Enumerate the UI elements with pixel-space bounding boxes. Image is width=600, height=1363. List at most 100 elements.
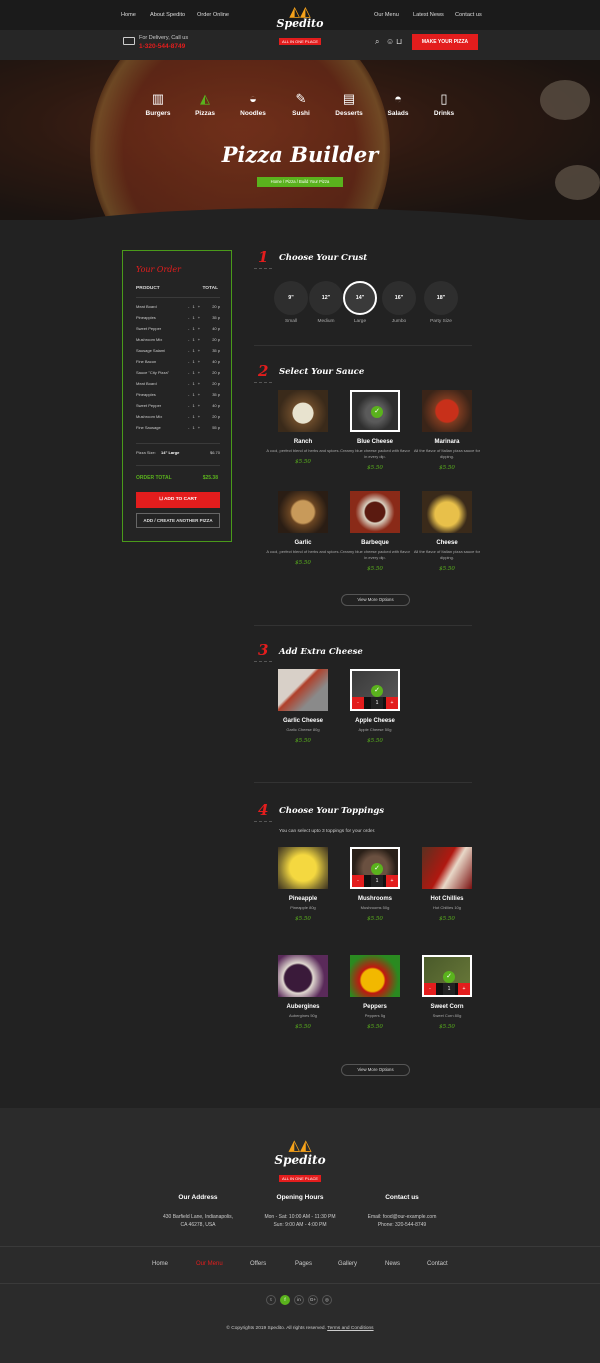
- option-card[interactable]: Pineapple Pineapple 80g $5.50: [266, 847, 340, 922]
- option-card[interactable]: Peppers Peppers 5g $5.50: [338, 955, 412, 1030]
- nav-home[interactable]: Home: [121, 12, 136, 18]
- breadcrumb[interactable]: Home / Pizza / Build Your Pizza: [257, 177, 343, 187]
- category-drinks[interactable]: ▯ Drinks: [422, 91, 466, 117]
- quantity-stepper[interactable]: - 1 +: [188, 425, 201, 430]
- twitter-icon[interactable]: t: [266, 1295, 276, 1305]
- footer-nav-link[interactable]: Pages: [295, 1261, 312, 1267]
- order-item-price: 35 p: [212, 348, 220, 353]
- option-card[interactable]: ✓ -1 + Sweet Corn Sweet Corn 80g $5.50: [410, 955, 484, 1030]
- checkmark-icon: ✓: [371, 863, 383, 875]
- instagram-icon[interactable]: ◎: [322, 1295, 332, 1305]
- add-another-pizza-button[interactable]: ADD / CREATE ANOTHER PIZZA: [136, 513, 220, 528]
- increase-button[interactable]: +: [386, 875, 398, 887]
- nav-order-online[interactable]: Order Online: [197, 12, 229, 18]
- linkedin-icon[interactable]: in: [294, 1295, 304, 1305]
- option-name: Mushrooms: [357, 896, 392, 902]
- quantity-stepper[interactable]: -1 +: [352, 875, 398, 887]
- nav-latest-news[interactable]: Latest News: [413, 12, 444, 18]
- quantity-stepper[interactable]: - 1 +: [188, 348, 201, 353]
- hero-overlay: [0, 60, 600, 220]
- quantity-stepper[interactable]: - 1 +: [188, 315, 201, 320]
- option-card[interactable]: Ranch A cool, perfect blend of herbs and …: [266, 390, 340, 465]
- option-image: ✓ -1 +: [350, 669, 400, 711]
- crust-size-option[interactable]: 12" Medium: [309, 281, 343, 324]
- quantity-stepper[interactable]: - 1 +: [188, 337, 201, 342]
- category-noodles[interactable]: ◒ Noodles: [231, 91, 275, 117]
- option-card[interactable]: Aubergines Aubergines 50g $5.50: [266, 955, 340, 1030]
- logo[interactable]: ◭◭ Spedito ALL IN ONE PLACE: [267, 4, 333, 48]
- nav-our-menu[interactable]: Our Menu: [374, 12, 399, 18]
- option-card[interactable]: Garlic A cool, perfect blend of herbs and…: [266, 491, 340, 566]
- crust-size-option[interactable]: 14" Large: [343, 281, 377, 324]
- footer-nav-link[interactable]: Home: [152, 1261, 168, 1267]
- view-more-toppings-button[interactable]: View More Options: [341, 1064, 410, 1076]
- add-to-cart-button[interactable]: ⊔ ADD TO CART: [136, 492, 220, 508]
- quantity-stepper[interactable]: -1 +: [352, 697, 398, 709]
- option-name: Blue Cheese: [356, 439, 393, 445]
- divider: [136, 443, 220, 444]
- delivery-phone[interactable]: 1-320-544-8749: [139, 43, 185, 50]
- option-card[interactable]: Marinara All the flavor of Italian pizza …: [410, 390, 484, 471]
- search-icon[interactable]: ⌕: [375, 38, 379, 46]
- order-item-name: Pineapples: [136, 315, 156, 320]
- option-card[interactable]: Cheese All the flavor of Italian pizza sa…: [410, 491, 484, 572]
- footer-nav-link[interactable]: Gallery: [338, 1261, 357, 1267]
- decrease-button[interactable]: -: [352, 697, 364, 709]
- quantity-stepper[interactable]: - 1 +: [188, 381, 201, 386]
- view-more-sauces-button[interactable]: View More Options: [341, 594, 410, 606]
- option-card[interactable]: ✓ -1 + Apple Cheese Apple Cheese 50g $5.50: [338, 669, 412, 744]
- footer-nav-link[interactable]: Our Menu: [196, 1261, 223, 1267]
- contact-email[interactable]: Email: food@our-example.com: [368, 1214, 437, 1220]
- user-icon[interactable]: ☺: [386, 38, 394, 46]
- category-desserts[interactable]: ▤ Desserts: [327, 91, 371, 117]
- order-item-name: Sweet Pepper: [136, 326, 162, 331]
- quantity-stepper[interactable]: - 1 +: [188, 403, 201, 408]
- crust-size-option[interactable]: 16" Jumbo: [382, 281, 416, 324]
- decrease-button[interactable]: -: [424, 983, 436, 995]
- footer-nav-link[interactable]: Contact: [427, 1261, 448, 1267]
- order-item-price: 40 p: [212, 403, 220, 408]
- option-card[interactable]: ✓ -1 + Mushrooms Mushrooms 50g $5.50: [338, 847, 412, 922]
- crust-size-option[interactable]: 9" Small: [274, 281, 308, 324]
- option-card[interactable]: Garlic Cheese Garlic Cheese 80g $5.50: [266, 669, 340, 744]
- option-card[interactable]: Barbeque Creamy blue cheese packed with f…: [338, 491, 412, 572]
- footer-nav-link[interactable]: News: [385, 1261, 400, 1267]
- increase-button[interactable]: +: [458, 983, 470, 995]
- category-pizzas[interactable]: ◭ Pizzas: [183, 91, 227, 117]
- footer-logo[interactable]: ◭◭ Spedito ALL IN ONE PLACE: [268, 1138, 332, 1185]
- footer-heading: Opening Hours: [276, 1194, 324, 1201]
- quantity-stepper[interactable]: - 1 +: [188, 326, 201, 331]
- quantity-stepper[interactable]: - 1 +: [188, 392, 201, 397]
- quantity-stepper[interactable]: -1 +: [424, 983, 470, 995]
- option-card[interactable]: Hot Chillies Hot Chillies 10g $5.50: [410, 847, 484, 922]
- pizza-size-row: Pizza Size: 14" Large $6.70: [136, 448, 220, 458]
- option-price: $5.50: [367, 738, 383, 744]
- category-salads[interactable]: ◓ Salads: [376, 91, 420, 117]
- order-item-name: Sauce "City Pizza": [136, 370, 170, 375]
- nav-about[interactable]: About Spedito: [150, 12, 185, 18]
- quantity-stepper[interactable]: - 1 +: [188, 304, 201, 309]
- quantity-stepper[interactable]: - 1 +: [188, 414, 201, 419]
- quantity-stepper[interactable]: - 1 +: [188, 359, 201, 364]
- terms-link[interactable]: Terms and Conditions: [327, 1326, 373, 1331]
- brand-name: Spedito: [276, 17, 324, 30]
- quantity-stepper[interactable]: - 1 +: [188, 370, 201, 375]
- size-price: $6.70: [209, 450, 220, 455]
- copyright: © Copyrights 2019 Spedito. All rights re…: [0, 1326, 600, 1331]
- make-your-pizza-button[interactable]: MAKE YOUR PIZZA: [412, 34, 478, 50]
- step-number: 2: [258, 362, 269, 380]
- category-sushi[interactable]: ✎ Sushi: [279, 91, 323, 117]
- nav-contact[interactable]: Contact us: [455, 12, 482, 18]
- facebook-icon[interactable]: f: [280, 1295, 290, 1305]
- address-line: 430 Barfield Lane, Indianapolis,: [162, 1214, 234, 1220]
- option-card[interactable]: ✓ Blue Cheese Creamy blue cheese packed wi…: [338, 390, 412, 471]
- category-burgers[interactable]: ▥ Burgers: [136, 91, 180, 117]
- order-item-price: 55 p: [212, 425, 220, 430]
- crust-size-option[interactable]: 18" Party Size: [423, 281, 459, 324]
- increase-button[interactable]: +: [386, 697, 398, 709]
- decrease-button[interactable]: -: [352, 875, 364, 887]
- cart-icon[interactable]: ⊔: [396, 38, 402, 46]
- contact-phone[interactable]: Phone: 320-544-8749: [378, 1222, 426, 1228]
- footer-nav-link[interactable]: Offers: [250, 1261, 266, 1267]
- google-plus-icon[interactable]: G+: [308, 1295, 318, 1305]
